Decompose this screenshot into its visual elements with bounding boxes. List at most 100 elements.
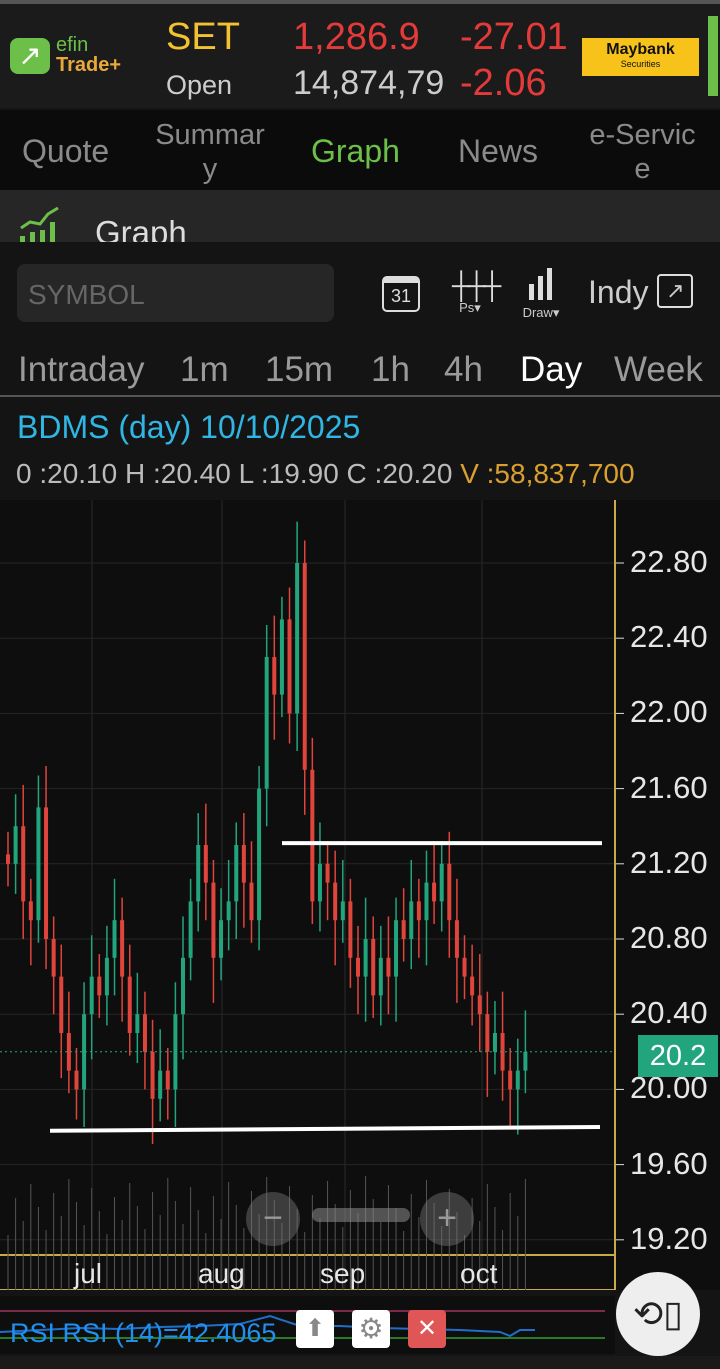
tab-eservice[interactable]: e-Servic e [585,118,700,188]
tf-day[interactable]: Day [520,350,582,390]
section-header: Graph [0,190,720,242]
tf-1h[interactable]: 1h [371,350,410,390]
candle-body [104,957,109,996]
candle-body [44,807,49,939]
draw-button[interactable]: Draw▾ [516,268,566,321]
volume-value: V :58,837,700 [460,458,635,489]
candle-body [333,882,338,921]
broker-logo: Maybank Securities [582,38,699,76]
candle-body [386,957,391,977]
symbol-input[interactable]: SYMBOL [17,264,334,322]
candle-body [462,957,467,977]
month-label-sep: sep [320,1258,366,1289]
graph-chart-icon [20,206,59,242]
index-value: 1,286.9 [293,16,420,58]
efin-logo-icon: ↗ [10,38,50,74]
candle-body [97,976,102,996]
candle-body [219,920,224,958]
candle-body [211,882,216,958]
candle-body [454,920,459,958]
candle-body [74,1070,79,1090]
candlestick-icon: ┼┼┼ [452,270,501,300]
tab-graph[interactable]: Graph [311,134,400,168]
candle-body [279,619,284,695]
status-bar-indicator [708,16,718,96]
zoom-out-button[interactable]: − [246,1192,300,1246]
price-style-button[interactable]: ┼┼┼ Ps▾ [452,270,501,316]
candle-body [401,920,406,939]
market-volume: 14,874,79 [293,64,445,102]
broker-name: Maybank [606,41,675,58]
ohlc-values: 0 :20.10 H :20.40 L :19.90 C :20.20 [16,458,453,489]
candle-body [356,957,360,977]
rotate-screen-button[interactable]: ⟲▯ [616,1272,700,1356]
tab-summary[interactable]: Summar y [150,118,270,188]
candle-body [226,901,231,921]
trend-icon: ↗ [657,274,694,308]
candle-body [257,788,262,921]
candle-body [363,939,368,977]
candle-body [59,976,64,1033]
candle-body [28,901,33,921]
month-label-aug: aug [198,1258,245,1289]
candle-body [508,1070,513,1090]
zoom-in-button[interactable]: + [420,1192,474,1246]
y-axis-label: 21.60 [630,769,708,805]
candle-body [188,901,193,958]
tf-1m[interactable]: 1m [180,350,229,390]
y-axis-label: 22.40 [630,619,708,655]
candle-body [325,863,330,883]
candle-body [249,882,254,921]
y-axis-label: 20.40 [630,995,708,1031]
broker-sub: Securities [620,59,661,69]
indicator-button[interactable]: Indy ↗ [588,274,694,311]
candle-body [409,901,414,939]
candle-body [432,882,437,902]
chart-title: BDMS (day) 10/10/2025 [17,409,361,445]
y-axis-label: 20.80 [630,920,708,955]
month-label-jul: jul [74,1258,103,1289]
candle-body [181,957,185,1015]
zoom-slider[interactable] [312,1208,410,1222]
ps-label: Ps▾ [459,300,481,315]
candle-body [89,976,94,1015]
candle-body [112,920,117,958]
close-icon[interactable]: ✕ [408,1310,446,1348]
candle-body [424,882,429,921]
candle-body [196,845,201,902]
divider [0,395,720,397]
logo-trade: Trade+ [56,54,122,76]
tf-intraday[interactable]: Intraday [18,350,144,390]
candlestick-chart[interactable] [0,500,720,1290]
calendar-day: 31 [390,286,412,306]
candle-body [150,1051,155,1099]
tab-news[interactable]: News [458,134,538,168]
candle-body [158,1070,163,1099]
move-up-button[interactable]: ⬆ [296,1310,334,1348]
calendar-button[interactable]: 31 [382,276,420,312]
tf-4h[interactable]: 4h [444,350,483,390]
market-status: Open [166,70,233,100]
draw-label: Draw▾ [522,305,560,320]
tab-quote[interactable]: Quote [22,134,109,168]
candle-body [234,845,239,902]
rsi-label: RSI RSI (14)=42.4065 [10,1318,277,1348]
candle-body [120,920,125,977]
candle-body [295,563,300,714]
candle-body [241,845,246,883]
gear-icon[interactable]: ⚙ [352,1310,390,1348]
month-label-oct: oct [460,1258,498,1289]
y-axis-label: 19.60 [630,1145,708,1181]
candle-body [135,1014,140,1033]
candle-body [470,976,475,996]
tf-15m[interactable]: 15m [265,350,333,390]
bar-chart-icon [529,268,552,300]
y-axis-label: 22.00 [630,694,708,730]
candle-body [287,619,292,714]
candle-body [13,826,18,864]
candle-body [340,901,345,921]
tf-week[interactable]: Week [614,350,703,390]
last-price-badge: 20.2 [638,1035,718,1077]
candle-body [36,807,41,921]
app-header: ↗ efin Trade+ SET 1,286.9 -27.01 Open 14… [0,0,720,108]
